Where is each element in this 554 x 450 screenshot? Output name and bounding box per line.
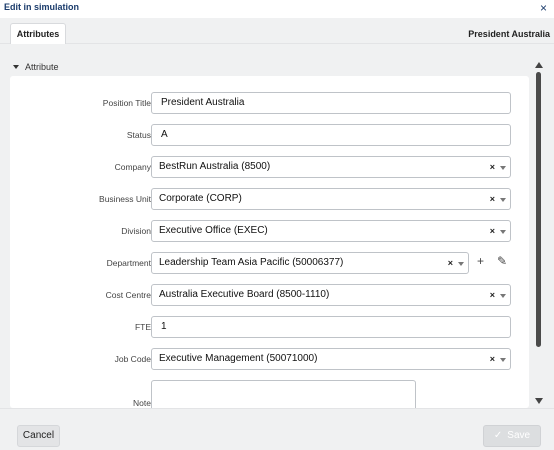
clear-icon[interactable]: × — [448, 253, 453, 273]
division-select[interactable]: Executive Office (EXEC) × — [151, 220, 511, 242]
scrollbar-thumb[interactable] — [536, 72, 541, 347]
attribute-form: Position Title President Australia Statu… — [10, 76, 529, 408]
save-button[interactable]: ✓ Save — [483, 425, 541, 447]
tab-bar: Attributes President Australia — [0, 18, 554, 45]
cost-centre-value: Australia Executive Board (8500-1110) — [159, 289, 330, 300]
chevron-down-icon[interactable] — [500, 294, 506, 298]
row-company: Company BestRun Australia (8500) × — [10, 156, 529, 178]
department-label: Department — [106, 258, 151, 268]
business-unit-label: Business Unit — [99, 194, 151, 204]
row-job-code: Job Code Executive Management (50071000)… — [10, 348, 529, 370]
company-label: Company — [114, 162, 151, 172]
company-select[interactable]: BestRun Australia (8500) × — [151, 156, 511, 178]
row-note: Note — [10, 380, 529, 408]
cancel-button[interactable]: Cancel — [17, 425, 60, 447]
clear-icon[interactable]: × — [490, 349, 495, 369]
chevron-down-icon[interactable] — [500, 230, 506, 234]
dialog-titlebar: Edit in simulation × — [0, 0, 554, 18]
edit-department-icon[interactable]: ✎ — [497, 254, 507, 268]
tab-attributes[interactable]: Attributes — [10, 23, 66, 45]
job-code-value: Executive Management (50071000) — [159, 353, 318, 364]
row-fte: FTE 1 — [10, 316, 529, 338]
row-status: Status A — [10, 124, 529, 146]
fte-input[interactable]: 1 — [151, 316, 511, 338]
cost-centre-label: Cost Centre — [105, 290, 151, 300]
position-title-label: Position Title — [102, 98, 151, 108]
chevron-down-icon[interactable] — [500, 166, 506, 170]
row-cost-centre: Cost Centre Australia Executive Board (8… — [10, 284, 529, 306]
dialog-content: Attribute Position Title President Austr… — [0, 44, 554, 408]
business-unit-value: Corporate (CORP) — [159, 193, 242, 204]
caret-down-icon — [13, 65, 19, 69]
close-icon[interactable]: × — [540, 0, 547, 16]
save-label: Save — [507, 430, 531, 441]
section-header-attribute[interactable]: Attribute — [13, 62, 59, 72]
chevron-down-icon[interactable] — [500, 198, 506, 202]
note-label: Note — [133, 398, 151, 408]
row-business-unit: Business Unit Corporate (CORP) × — [10, 188, 529, 210]
clear-icon[interactable]: × — [490, 189, 495, 209]
status-input[interactable]: A — [151, 124, 511, 146]
division-value: Executive Office (EXEC) — [159, 225, 268, 236]
section-title: Attribute — [25, 62, 59, 72]
chevron-down-icon[interactable] — [458, 262, 464, 266]
clear-icon[interactable]: × — [490, 221, 495, 241]
add-department-icon[interactable]: + — [477, 254, 484, 268]
job-code-select[interactable]: Executive Management (50071000) × — [151, 348, 511, 370]
department-value: Leadership Team Asia Pacific (50006377) — [159, 257, 344, 268]
scrollbar[interactable] — [533, 62, 545, 404]
status-label: Status — [126, 130, 151, 140]
company-value: BestRun Australia (8500) — [159, 161, 271, 172]
dialog-title: Edit in simulation — [4, 2, 80, 12]
check-icon: ✓ — [493, 430, 503, 441]
row-position-title: Position Title President Australia — [10, 92, 529, 114]
chevron-down-icon[interactable] — [500, 358, 506, 362]
business-unit-select[interactable]: Corporate (CORP) × — [151, 188, 511, 210]
scroll-up-arrow-icon[interactable] — [535, 62, 543, 68]
note-textarea[interactable] — [151, 380, 416, 408]
dialog-footer: Cancel ✓ Save — [0, 408, 554, 450]
row-division: Division Executive Office (EXEC) × — [10, 220, 529, 242]
department-select[interactable]: Leadership Team Asia Pacific (50006377) … — [151, 252, 469, 274]
position-name-header: President Australia — [468, 29, 550, 39]
position-title-input[interactable]: President Australia — [151, 92, 511, 114]
job-code-label: Job Code — [114, 354, 151, 364]
clear-icon[interactable]: × — [490, 157, 495, 177]
cost-centre-select[interactable]: Australia Executive Board (8500-1110) × — [151, 284, 511, 306]
clear-icon[interactable]: × — [490, 285, 495, 305]
division-label: Division — [121, 226, 151, 236]
row-department: Department Leadership Team Asia Pacific … — [10, 252, 529, 274]
scroll-down-arrow-icon[interactable] — [535, 398, 543, 404]
fte-label: FTE — [134, 322, 151, 332]
